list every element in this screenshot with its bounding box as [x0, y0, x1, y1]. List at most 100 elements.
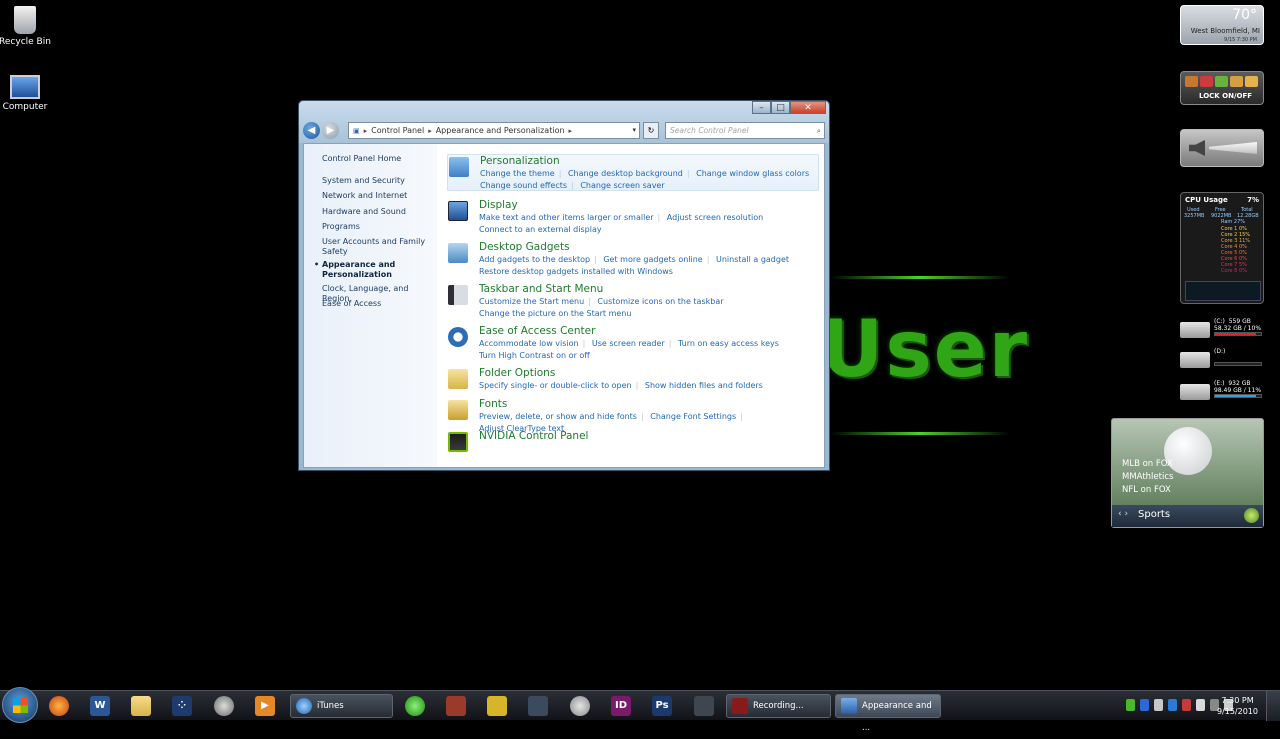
tray-speaker-icon[interactable] — [1182, 699, 1191, 711]
link-single-double-click[interactable]: Specify single- or double-click to open — [479, 381, 632, 390]
start-button[interactable] — [2, 687, 38, 723]
category-title-personalization[interactable]: Personalization — [480, 155, 560, 167]
drive-d[interactable]: (D:) — [1180, 348, 1264, 372]
xbox-icon[interactable] — [405, 696, 425, 716]
puzzle-icon[interactable] — [446, 696, 466, 716]
link-high-contrast[interactable]: Turn High Contrast on or off — [479, 351, 590, 360]
sidebar-item-network[interactable]: Network and Internet — [322, 191, 432, 201]
link-change-sound-effects[interactable]: Change sound effects — [480, 181, 567, 190]
link-external-display[interactable]: Connect to an external display — [479, 225, 602, 234]
sidebar-item-programs[interactable]: Programs — [322, 222, 432, 232]
tray-shield-icon[interactable] — [1168, 699, 1177, 711]
back-button[interactable]: ◀ — [303, 122, 320, 139]
category-title-taskbar[interactable]: Taskbar and Start Menu — [479, 283, 603, 295]
category-links-ease-of-access: Accommodate low vision | Use screen reade… — [479, 339, 779, 360]
forward-button[interactable]: ▶ — [322, 122, 339, 139]
computer-shortcut[interactable]: Computer — [0, 75, 55, 112]
sports-item-1[interactable]: MLB on FOX — [1122, 459, 1173, 469]
sidebar-item-system-security[interactable]: System and Security — [322, 176, 432, 186]
firefox-icon[interactable] — [49, 696, 69, 716]
word-icon[interactable]: W — [90, 696, 110, 716]
category-title-display[interactable]: Display — [479, 199, 518, 211]
link-uninstall-gadget[interactable]: Uninstall a gadget — [716, 255, 789, 264]
refresh-button[interactable]: ↻ — [643, 122, 659, 139]
lock-gadget[interactable]: LOCK ON/OFF — [1180, 71, 1264, 105]
link-text-size[interactable]: Make text and other items larger or smal… — [479, 213, 654, 222]
category-title-folder-options[interactable]: Folder Options — [479, 367, 555, 379]
sidebar-item-user-accounts[interactable]: User Accounts and Family Safety — [322, 237, 432, 257]
link-customize-start-menu[interactable]: Customize the Start menu — [479, 297, 584, 306]
sports-nav-arrows-icon[interactable]: ‹ › — [1118, 509, 1128, 519]
link-change-background[interactable]: Change desktop background — [568, 169, 683, 178]
category-title-gadgets[interactable]: Desktop Gadgets — [479, 241, 570, 253]
link-screen-resolution[interactable]: Adjust screen resolution — [667, 213, 763, 222]
photoshop-icon[interactable]: Ps — [652, 696, 672, 716]
sidebar-item-hardware[interactable]: Hardware and Sound — [322, 207, 432, 217]
link-preview-fonts[interactable]: Preview, delete, or show and hide fonts — [479, 412, 637, 421]
sidebar-item-appearance[interactable]: Appearance and Personalization — [314, 260, 432, 280]
category-title-fonts[interactable]: Fonts — [479, 398, 507, 410]
explorer-folder-icon[interactable] — [131, 696, 151, 716]
tray-sync-icon[interactable] — [1154, 699, 1163, 711]
window-title-bar[interactable]: – □ ✕ ◀ ▶ ▣ ▸ Control Panel ▸ Appearance… — [299, 101, 829, 143]
clock[interactable]: 7:30 PM 9/15/2010 — [1217, 695, 1258, 717]
address-bar[interactable]: ▣ ▸ Control Panel ▸ Appearance and Perso… — [348, 122, 640, 139]
breadcrumb-appearance[interactable]: Appearance and Personalization — [436, 126, 565, 135]
drive-c[interactable]: (C:) 559 GB 58.32 GB / 10% — [1180, 318, 1264, 342]
address-dropdown-icon[interactable]: ▾ — [632, 126, 636, 134]
close-button[interactable]: ✕ — [790, 101, 826, 114]
sports-item-2[interactable]: MMAthletics — [1122, 472, 1173, 482]
lock-button-3[interactable] — [1215, 76, 1228, 87]
media-player-icon[interactable]: ▶ — [255, 696, 275, 716]
search-input[interactable]: Search Control Panel ⌕ — [665, 122, 825, 139]
link-font-settings[interactable]: Change Font Settings — [650, 412, 736, 421]
sidebar-item-home[interactable]: Control Panel Home — [322, 154, 432, 164]
task-appearance[interactable]: Appearance and ... — [835, 694, 941, 733]
blackberry-icon[interactable]: ⁘ — [172, 696, 192, 716]
link-customize-taskbar-icons[interactable]: Customize icons on the taskbar — [597, 297, 723, 306]
reel-icon[interactable] — [570, 696, 590, 716]
lock-button-2[interactable] — [1200, 76, 1213, 87]
task-recording[interactable]: Recording... — [726, 694, 831, 718]
indesign-icon[interactable]: ID — [611, 696, 631, 716]
recycle-bin-shortcut[interactable]: Recycle Bin — [0, 6, 55, 47]
hard-drive-icon — [1180, 322, 1210, 338]
task-itunes[interactable]: iTunes — [290, 694, 393, 718]
volume-gadget[interactable] — [1180, 129, 1264, 167]
lock-button-1[interactable] — [1185, 76, 1198, 87]
tray-app-icon[interactable] — [1126, 699, 1135, 711]
link-easy-access-keys[interactable]: Turn on easy access keys — [678, 339, 779, 348]
link-change-screen-saver[interactable]: Change screen saver — [580, 181, 664, 190]
lock-button-4[interactable] — [1230, 76, 1243, 87]
sticky-notes-icon[interactable] — [487, 696, 507, 716]
gamepad-icon[interactable] — [528, 696, 548, 716]
lock-label[interactable]: LOCK ON/OFF — [1199, 92, 1252, 100]
minimize-button[interactable]: – — [752, 101, 771, 114]
link-low-vision[interactable]: Accommodate low vision — [479, 339, 579, 348]
show-desktop-button[interactable] — [1266, 691, 1280, 721]
link-change-theme[interactable]: Change the theme — [480, 169, 555, 178]
link-add-gadgets[interactable]: Add gadgets to the desktop — [479, 255, 590, 264]
search-icon[interactable]: ⌕ — [817, 123, 821, 138]
link-change-start-picture[interactable]: Change the picture on the Start menu — [479, 309, 631, 318]
category-title-nvidia[interactable]: NVIDIA Control Panel — [479, 430, 588, 442]
ccleaner-icon[interactable] — [214, 696, 234, 716]
link-restore-gadgets[interactable]: Restore desktop gadgets installed with W… — [479, 267, 673, 276]
link-get-gadgets-online[interactable]: Get more gadgets online — [603, 255, 702, 264]
volume-slider-icon[interactable] — [1209, 142, 1257, 154]
sports-gadget[interactable]: MLB on FOX MMAthletics NFL on FOX ‹ › Sp… — [1111, 418, 1264, 528]
breadcrumb-control-panel[interactable]: Control Panel — [371, 126, 424, 135]
weather-gadget[interactable]: 70° West Bloomfield, MI 9/15 7:30 PM — [1180, 5, 1264, 45]
sports-item-3[interactable]: NFL on FOX — [1122, 485, 1171, 495]
category-title-ease-of-access[interactable]: Ease of Access Center — [479, 325, 595, 337]
lock-button-5[interactable] — [1245, 76, 1258, 87]
steam-icon[interactable] — [694, 696, 714, 716]
tray-flag-icon[interactable] — [1196, 699, 1205, 711]
link-change-glass-colors[interactable]: Change window glass colors — [696, 169, 809, 178]
sidebar-item-ease-of-access[interactable]: Ease of Access — [322, 299, 432, 309]
link-show-hidden-files[interactable]: Show hidden files and folders — [645, 381, 763, 390]
drive-e[interactable]: (E:) 932 GB 98.49 GB / 11% — [1180, 380, 1264, 404]
link-screen-reader[interactable]: Use screen reader — [592, 339, 665, 348]
tray-bluetooth-icon[interactable] — [1140, 699, 1149, 711]
maximize-button[interactable]: □ — [771, 101, 790, 114]
